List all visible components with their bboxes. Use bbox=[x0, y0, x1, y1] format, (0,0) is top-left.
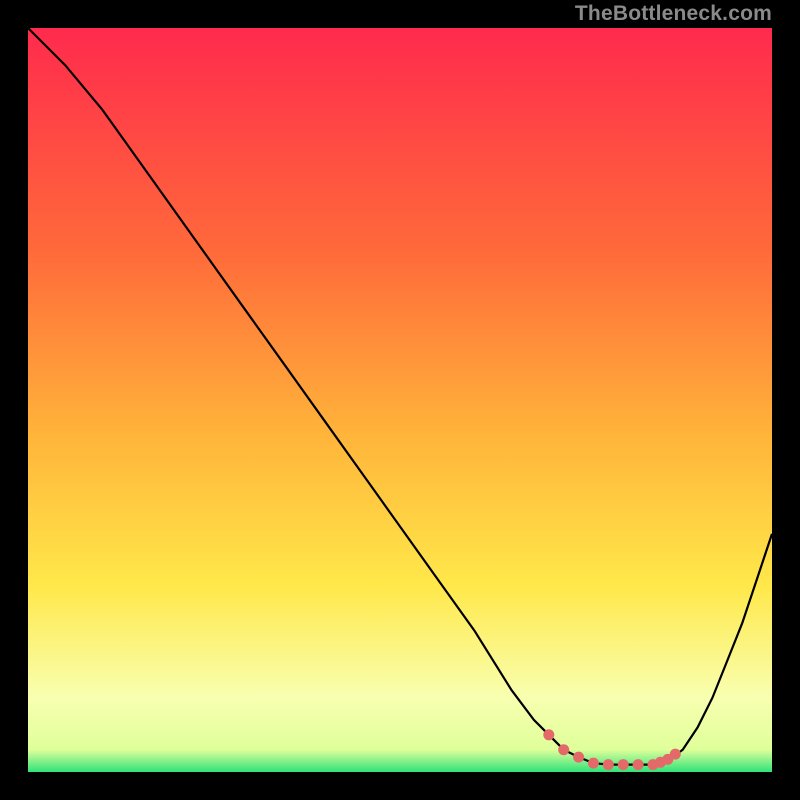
gradient-background bbox=[28, 28, 772, 772]
optimal-dot bbox=[543, 729, 554, 740]
chart-svg bbox=[28, 28, 772, 772]
optimal-dot bbox=[633, 759, 644, 770]
watermark-text: TheBottleneck.com bbox=[575, 2, 772, 26]
plot-area bbox=[28, 28, 772, 772]
optimal-dot bbox=[558, 744, 569, 755]
optimal-dot bbox=[573, 752, 584, 763]
chart-frame: TheBottleneck.com bbox=[0, 0, 800, 800]
optimal-dot bbox=[603, 759, 614, 770]
optimal-dot bbox=[588, 758, 599, 769]
optimal-dot bbox=[670, 749, 681, 760]
optimal-dot bbox=[618, 759, 629, 770]
